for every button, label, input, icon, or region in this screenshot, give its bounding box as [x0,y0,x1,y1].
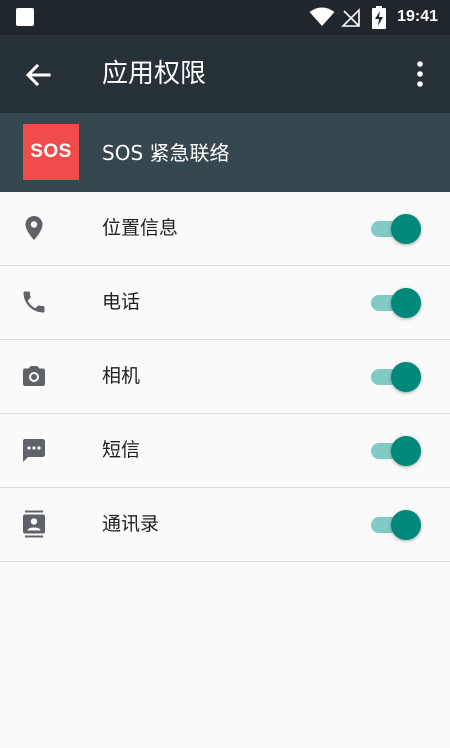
camera-icon [23,366,45,386]
permission-toggle[interactable] [371,436,423,466]
switch-thumb [391,436,421,466]
app-name: SOS 紧急联络 [102,141,230,165]
location-pin-icon [25,216,43,240]
permission-label: 通讯录 [102,513,160,535]
permission-label: 位置信息 [102,217,179,239]
status-bar: 19:41 [0,0,450,35]
permission-toggle[interactable] [371,510,423,540]
arrow-back-icon[interactable] [24,61,52,89]
permission-toggle[interactable] [371,288,423,318]
page-title: 应用权限 [102,59,207,89]
switch-thumb [391,214,421,244]
notification-square-icon [16,8,34,26]
permission-label: 电话 [102,291,141,313]
app-logo: SOS [23,124,79,180]
sms-icon [23,439,45,462]
app-header: SOS SOS 紧急联络 [0,113,450,192]
more-vert-icon[interactable] [408,59,432,89]
status-time: 19:41 [397,8,438,25]
permission-toggle[interactable] [371,362,423,392]
permission-row-sms[interactable]: 短信 [0,414,450,488]
permission-row-location[interactable]: 位置信息 [0,192,450,266]
permission-row-contacts[interactable]: 通讯录 [0,488,450,562]
permission-row-phone[interactable]: 电话 [0,266,450,340]
contacts-icon [23,510,45,538]
switch-thumb [391,288,421,318]
switch-thumb [391,362,421,392]
permission-label: 相机 [102,365,141,387]
switch-thumb [391,510,421,540]
permission-toggle[interactable] [371,214,423,244]
app-bar: 应用权限 [0,35,450,113]
permission-label: 短信 [102,439,141,461]
phone-icon [23,291,45,313]
battery-charging-icon [372,6,386,29]
permission-list: 位置信息 电话 相机 短信 通讯录 [0,192,450,562]
no-signal-icon [341,8,360,27]
permission-row-camera[interactable]: 相机 [0,340,450,414]
wifi-icon [309,7,335,26]
